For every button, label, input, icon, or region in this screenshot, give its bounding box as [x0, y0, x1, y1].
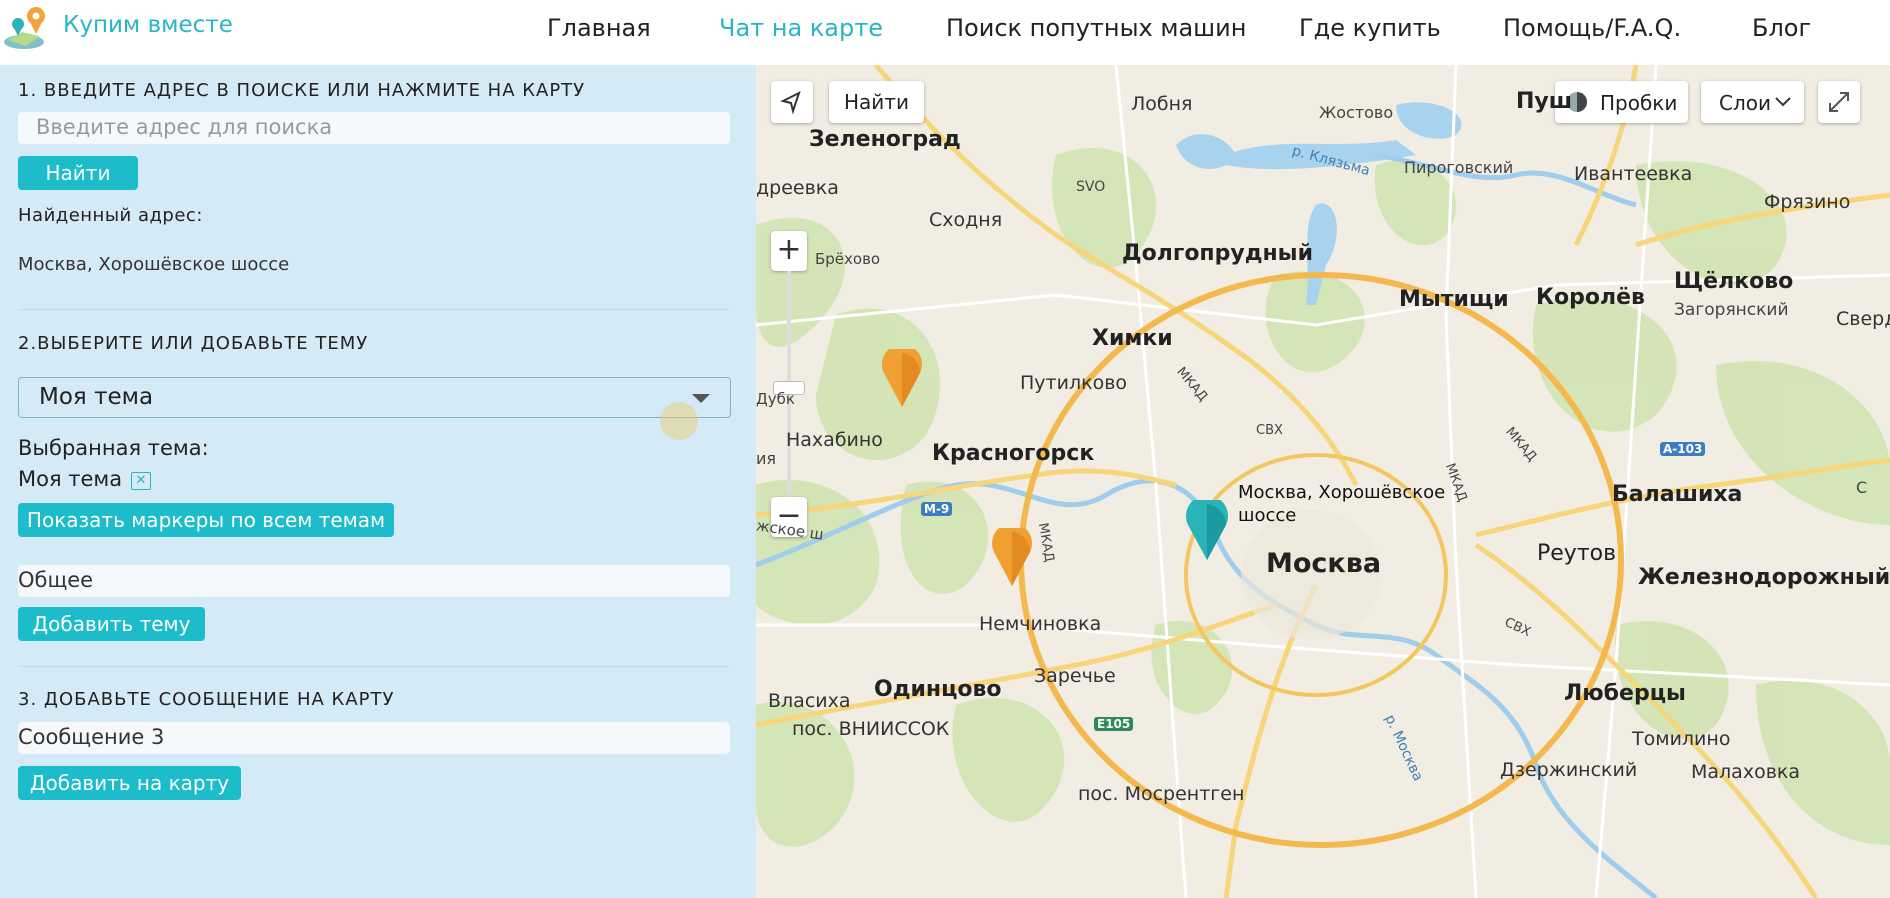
traffic-label: Пробки — [1600, 91, 1678, 115]
location-arrow-icon — [780, 91, 801, 115]
step3-title: 3. ДОБАВЬТЕ СООБЩЕНИЕ НА КАРТУ — [18, 689, 395, 710]
map-label: Пуш — [1516, 89, 1573, 114]
show-all-markers-button[interactable]: Показать маркеры по всем темам — [18, 503, 394, 537]
map-label: Мытищи — [1399, 287, 1509, 312]
map-label: Сверд — [1836, 308, 1890, 330]
road-badge: E105 — [1094, 717, 1134, 731]
map-label: Фрязино — [1764, 191, 1851, 213]
address-search-input[interactable]: Введите адрес для поиска — [18, 112, 730, 144]
map-label: Балашиха — [1612, 482, 1743, 507]
map-label: Зеленоград — [809, 127, 961, 152]
fullscreen-button[interactable] — [1818, 81, 1860, 123]
step2-title: 2.ВЫБЕРИТЕ ИЛИ ДОБАВЬТЕ ТЕМУ — [18, 333, 369, 354]
map-label: Заречье — [1034, 665, 1116, 687]
map-label: Люберцы — [1564, 681, 1686, 706]
map-label: Красногорск — [932, 441, 1095, 466]
map-label: Путилково — [1020, 372, 1128, 394]
map-label: ия — [756, 449, 777, 468]
layers-button[interactable]: Слои — [1701, 81, 1804, 123]
map-label: Дзержинский — [1500, 759, 1638, 781]
map-label: Пироговский — [1404, 158, 1514, 177]
map-label: Власиха — [768, 690, 851, 712]
zoom-in-button[interactable]: + — [771, 231, 807, 271]
geolocation-button[interactable] — [771, 81, 813, 123]
map-label: Немчиновка — [979, 613, 1102, 635]
map-label: Нахабино — [786, 429, 883, 451]
logo-icon[interactable] — [2, 4, 58, 52]
chevron-down-icon — [692, 394, 710, 403]
map-label: Москва — [1266, 548, 1382, 579]
map-label: Ивантеевка — [1574, 163, 1693, 185]
nav-home[interactable]: Главная — [547, 14, 651, 42]
topic-select[interactable]: Моя тема — [18, 377, 731, 418]
layers-label: Слои — [1719, 91, 1771, 115]
map-marker-orange[interactable] — [880, 349, 924, 409]
map-label: Реутов — [1537, 541, 1617, 566]
step1-title: 1. ВВЕДИТЕ АДРЕС В ПОИСКЕ ИЛИ НАЖМИТЕ НА… — [18, 80, 586, 101]
map-label: дреевка — [756, 177, 839, 199]
map-label: Сходня — [929, 209, 1003, 231]
selected-topic-label: Выбранная тема: — [18, 436, 209, 460]
zoom-control: + − — [771, 231, 807, 537]
cursor-highlight — [660, 402, 698, 440]
topic-select-value: Моя тема — [39, 384, 154, 410]
message-input[interactable]: Сообщение 3 — [18, 722, 730, 754]
map-marker-teal[interactable] — [1184, 500, 1230, 562]
chevron-down-icon — [1775, 97, 1791, 107]
map-label: СВХ — [1256, 423, 1283, 438]
road-badge: A-103 — [1660, 442, 1706, 456]
map-label: Дубк — [756, 390, 795, 408]
map-view[interactable]: Найти Пробки Слои + − Зеленоград Лобня Ж… — [756, 65, 1890, 898]
map-label: Химки — [1092, 326, 1173, 351]
add-to-map-button[interactable]: Добавить на карту — [18, 766, 241, 800]
road-badge: M-9 — [921, 502, 953, 516]
divider — [18, 666, 730, 667]
find-address-button[interactable]: Найти — [18, 156, 138, 190]
remove-topic-icon[interactable]: ✕ — [131, 472, 151, 490]
new-topic-input[interactable]: Общее — [18, 565, 730, 597]
map-label: SVO — [1076, 179, 1106, 195]
divider — [18, 309, 730, 310]
map-marker-orange[interactable] — [990, 528, 1034, 588]
map-label: Томилино — [1632, 728, 1731, 750]
map-label: Лобня — [1131, 93, 1193, 115]
map-label: Щёлково — [1674, 269, 1794, 294]
map-label: Загорянский — [1674, 300, 1789, 320]
nav-map-chat[interactable]: Чат на карте — [719, 14, 883, 42]
map-label: Брёхово — [815, 250, 881, 268]
top-header: Купим вместе Главная Чат на карте Поиск … — [0, 0, 1890, 65]
map-find-button[interactable]: Найти — [829, 81, 924, 123]
map-label: С — [1856, 478, 1868, 497]
map-label: Долгопрудный — [1122, 241, 1313, 266]
map-label: Жостово — [1319, 103, 1394, 122]
marker-popup-label: Москва, Хорошёвское шоссе — [1238, 482, 1446, 526]
map-label: Королёв — [1536, 285, 1645, 310]
map-label: пос. Мосрентген — [1078, 783, 1245, 805]
nav-where-to-buy[interactable]: Где купить — [1299, 14, 1441, 42]
expand-icon — [1829, 92, 1849, 112]
nav-blog[interactable]: Блог — [1752, 14, 1811, 42]
found-address-label: Найденный адрес: — [18, 205, 203, 226]
found-address-value: Москва, Хорошёвское шоссе — [18, 254, 290, 275]
selected-topic-value: Моя тема — [18, 467, 123, 491]
traffic-button[interactable]: Пробки — [1555, 81, 1688, 123]
map-label: Одинцово — [874, 677, 1002, 702]
add-topic-button[interactable]: Добавить тему — [18, 607, 205, 641]
map-label: Малаховка — [1691, 761, 1801, 783]
brand-name[interactable]: Купим вместе — [63, 12, 233, 38]
map-label: Железнодорожный — [1638, 565, 1890, 590]
nav-help-faq[interactable]: Помощь/F.A.Q. — [1503, 14, 1681, 42]
map-label: пос. ВНИИССОК — [792, 718, 950, 740]
nav-ride-search[interactable]: Поиск попутных машин — [946, 14, 1246, 42]
